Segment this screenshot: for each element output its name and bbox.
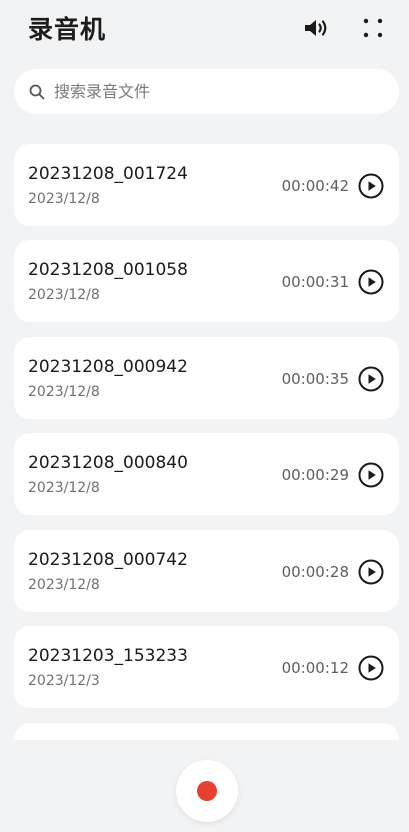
recording-date: 2023/12/8 xyxy=(28,577,100,593)
search-bar[interactable] xyxy=(14,69,399,114)
play-icon xyxy=(358,366,384,392)
recording-duration: 00:00:35 xyxy=(281,370,349,388)
play-icon xyxy=(358,462,384,488)
play-button[interactable] xyxy=(357,268,385,296)
search-input[interactable] xyxy=(54,82,374,101)
play-button[interactable] xyxy=(357,172,385,200)
recording-item[interactable]: 20231208_000742 2023/12/8 00:00:28 xyxy=(14,530,399,612)
recording-name: 20231208_001724 xyxy=(28,164,188,184)
recording-item[interactable]: 20231208_000942 2023/12/8 00:00:35 xyxy=(14,337,399,419)
play-icon xyxy=(358,655,384,681)
more-options-button[interactable] xyxy=(357,12,389,44)
recording-date: 2023/12/3 xyxy=(28,673,100,689)
recording-name: 20231208_000840 xyxy=(28,453,188,473)
play-icon xyxy=(358,173,384,199)
recording-duration: 00:00:12 xyxy=(281,659,349,677)
play-button[interactable] xyxy=(357,365,385,393)
speaker-button[interactable] xyxy=(301,12,333,44)
recording-duration: 00:00:31 xyxy=(281,273,349,291)
recording-name: 20231208_001058 xyxy=(28,260,188,280)
recording-duration: 00:00:28 xyxy=(281,563,349,581)
app-header: 录音机 xyxy=(0,0,409,56)
recording-name: 20231208_000742 xyxy=(28,550,188,570)
speaker-icon xyxy=(305,20,327,36)
recording-item[interactable]: 20231208_001058 2023/12/8 00:00:31 xyxy=(14,240,399,322)
play-icon xyxy=(358,269,384,295)
record-button[interactable] xyxy=(176,760,238,822)
recording-date: 2023/12/8 xyxy=(28,480,100,496)
recording-date: 2023/12/8 xyxy=(28,191,100,207)
record-icon xyxy=(197,781,217,801)
play-button[interactable] xyxy=(357,654,385,682)
recording-item[interactable]: 20231203_153233 2023/12/3 00:00:12 xyxy=(14,626,399,708)
recording-item-partial[interactable] xyxy=(14,723,399,740)
recording-name: 20231208_000942 xyxy=(28,357,188,377)
play-button[interactable] xyxy=(357,461,385,489)
recording-date: 2023/12/8 xyxy=(28,287,100,303)
play-icon xyxy=(358,559,384,585)
recording-duration: 00:00:42 xyxy=(281,177,349,195)
more-grid-icon xyxy=(363,18,383,38)
play-button[interactable] xyxy=(357,558,385,586)
search-icon xyxy=(28,83,46,101)
recording-duration: 00:00:29 xyxy=(281,466,349,484)
recording-item[interactable]: 20231208_001724 2023/12/8 00:00:42 xyxy=(14,144,399,226)
recording-date: 2023/12/8 xyxy=(28,384,100,400)
recording-list: 20231208_001724 2023/12/8 00:00:42 20231… xyxy=(14,144,399,740)
recording-name: 20231203_153233 xyxy=(28,646,188,666)
recording-item[interactable]: 20231208_000840 2023/12/8 00:00:29 xyxy=(14,433,399,515)
page-title: 录音机 xyxy=(28,15,107,44)
